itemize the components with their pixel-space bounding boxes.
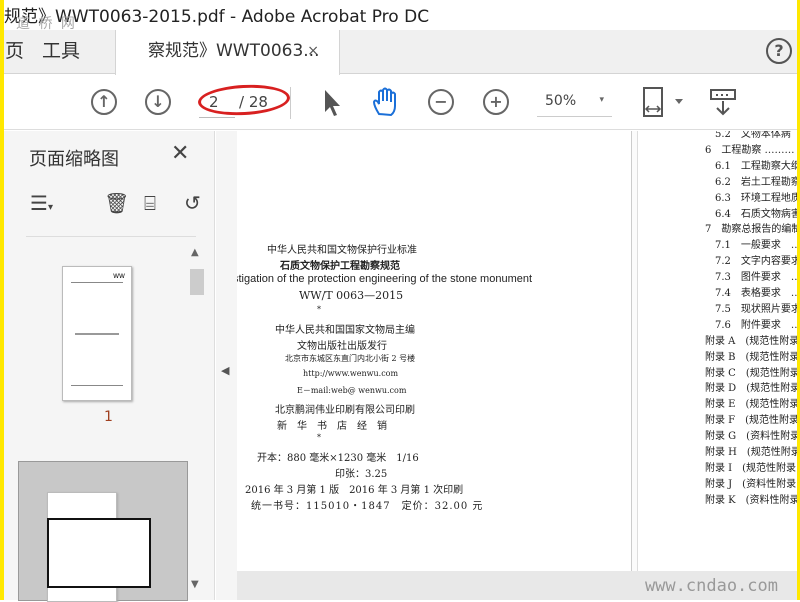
page-text-line: E－mail:web@ wenwu.com bbox=[297, 386, 407, 395]
close-panel-icon[interactable]: ✕ bbox=[171, 141, 189, 166]
read-mode-icon[interactable] bbox=[708, 87, 738, 119]
toc-entry[interactable]: 附录 H (规范性附录 bbox=[705, 443, 798, 458]
panel-title: 页面缩略图 bbox=[29, 149, 119, 170]
toc-entry[interactable]: 6.3 环境工程地质 bbox=[715, 189, 798, 204]
toc-entry[interactable]: 7.4 表格要求 … bbox=[715, 284, 798, 299]
page-text-line: 北京市东城区东直门内北小街 2 号楼 bbox=[285, 354, 416, 363]
tab-home[interactable]: 页 bbox=[5, 30, 24, 74]
toc-entry[interactable]: 5.2 文物本体病 bbox=[715, 131, 791, 140]
tab-bar: 页 工具 察规范》WWT0063... × ? bbox=[0, 30, 800, 75]
title-bar: 规范》WWT0063-2015.pdf - Adobe Acrobat Pro … bbox=[0, 0, 800, 32]
viewport-indicator[interactable] bbox=[47, 518, 151, 588]
previous-page-button[interactable]: ↑ bbox=[91, 89, 117, 115]
zoom-select[interactable]: 50% ▾ bbox=[537, 93, 612, 117]
toolbar: ↑ ↓ 2 / 28 − + 50% ▾ bbox=[0, 75, 800, 130]
thumbnail-options-icon[interactable]: ☰▾ bbox=[30, 191, 53, 215]
toc-entry[interactable]: 附录 B (规范性附录 bbox=[705, 348, 798, 363]
tab-document[interactable]: 察规范》WWT0063... × bbox=[115, 30, 340, 75]
next-page-button[interactable]: ↓ bbox=[145, 89, 171, 115]
page-thumbnail-2-selected[interactable] bbox=[18, 461, 188, 602]
thumbnail-header: WW bbox=[113, 273, 125, 280]
hand-tool-icon[interactable] bbox=[370, 86, 402, 118]
page-text-line: * bbox=[317, 433, 321, 442]
toc-entry[interactable]: 6.4 石质文物病害 bbox=[715, 205, 798, 220]
zoom-value: 50% bbox=[545, 93, 577, 109]
page-text-line: 文物出版社出版发行 bbox=[297, 341, 387, 352]
document-view[interactable]: 中华人民共和国文物保护行业标准 石质文物保护工程勘察规范 stigation of … bbox=[237, 131, 798, 600]
toc-entry[interactable]: 7.2 文字内容要求 bbox=[715, 252, 798, 267]
toc-entry[interactable]: 附录 D (规范性附录 bbox=[705, 379, 798, 394]
pdf-page-2: 5.2 文物本体病 6 工程勘察 ……… 6.1 工程勘察大纲 6.2 岩土工程勘察 6… bbox=[637, 131, 798, 571]
page-text-line: 石质文物保护工程勘察规范 bbox=[280, 261, 400, 272]
help-button[interactable]: ? bbox=[766, 38, 792, 64]
toc-entry[interactable]: 附录 F (规范性附录 bbox=[705, 411, 798, 426]
page-fit-icon[interactable] bbox=[640, 85, 685, 121]
toc-entry[interactable]: 7.6 附件要求 … bbox=[715, 316, 798, 331]
page-text-line: 北京鹏润伟业印刷有限公司印刷 bbox=[275, 405, 415, 416]
chevron-left-icon: ◀ bbox=[221, 364, 230, 377]
page-text-line: 开本：880 毫米×1230 毫米 1/16 bbox=[257, 453, 419, 464]
page-text-line: 统一书号：115010・1847 定价：32.00 元 bbox=[251, 501, 484, 512]
close-tab-icon[interactable]: × bbox=[307, 30, 319, 72]
toc-entry[interactable]: 附录 C (规范性附录 bbox=[705, 364, 798, 379]
toc-entry[interactable]: 附录 I (规范性附录 bbox=[705, 459, 796, 474]
toc-entry[interactable]: 附录 K (资料性附录 bbox=[705, 491, 798, 506]
thumbnail-scrollbar[interactable]: ▲ ▼ bbox=[188, 243, 206, 598]
trash-icon[interactable]: 🗑 bbox=[104, 191, 129, 215]
watermark-bottom: www.cndao.com bbox=[644, 576, 778, 596]
rotate-icon[interactable]: ↺ bbox=[184, 191, 201, 215]
toc-entry[interactable]: 附录 G (资料性附录 bbox=[705, 427, 798, 442]
zoom-in-button[interactable]: + bbox=[483, 89, 509, 115]
pdf-page-1: 中华人民共和国文物保护行业标准 石质文物保护工程勘察规范 stigation of … bbox=[237, 131, 632, 571]
chevron-down-icon: ▾ bbox=[599, 95, 604, 105]
divider bbox=[290, 87, 291, 119]
page-text-line: 新 华 书 店 经 销 bbox=[277, 421, 387, 432]
toc-entry[interactable]: 7.3 图件要求 … bbox=[715, 268, 798, 283]
insert-page-icon[interactable]: ⌸ bbox=[144, 191, 156, 215]
collapse-panel-button[interactable]: ◀ bbox=[216, 131, 237, 600]
toc-entry[interactable]: 6.2 岩土工程勘察 bbox=[715, 173, 798, 188]
tab-tools[interactable]: 工具 bbox=[42, 30, 80, 74]
toc-entry[interactable]: 7 勘察总报告的编制 bbox=[705, 220, 798, 235]
page-text-line: 2016 年 3 月第 1 版 2016 年 3 月第 1 次印刷 bbox=[245, 485, 464, 496]
page-thumbnail-1[interactable]: WW bbox=[62, 266, 132, 401]
toc-entry[interactable]: 附录 A (规范性附录 bbox=[705, 332, 798, 347]
page-text-line: 中华人民共和国国家文物局主编 bbox=[275, 325, 415, 336]
tab-document-label: 察规范》WWT0063... bbox=[148, 41, 320, 61]
page-text-line: 印张：3.25 bbox=[335, 469, 388, 480]
toc-entry[interactable]: 7.5 现状照片要求 bbox=[715, 300, 798, 315]
page-text-line: 中华人民共和国文物保护行业标准 bbox=[267, 245, 417, 256]
page-text-line: WW/T 0063—2015 bbox=[299, 289, 404, 302]
screen-border-left bbox=[0, 0, 4, 600]
page-number-label: 1 bbox=[104, 409, 113, 425]
page-text-line: * bbox=[317, 305, 321, 314]
toc-entry[interactable]: 附录 J (资料性附录 bbox=[705, 475, 796, 490]
select-tool-icon[interactable] bbox=[322, 88, 342, 118]
thumbnails-panel: 页面缩略图 ✕ ☰▾ 🗑 ⌸ ↺ WW 1 ▲ ▼ bbox=[4, 131, 215, 602]
toc-entry[interactable]: 6.1 工程勘察大纲 bbox=[715, 157, 798, 172]
page-text-line: http://www.wenwu.com bbox=[303, 369, 399, 378]
toc-entry[interactable]: 6 工程勘察 ……… bbox=[705, 141, 795, 156]
zoom-out-button[interactable]: − bbox=[428, 89, 454, 115]
page-text-line: stigation of the protection engineering … bbox=[237, 273, 533, 285]
toc-entry[interactable]: 附录 E (规范性附录 bbox=[705, 395, 798, 410]
toc-entry[interactable]: 7.1 一般要求 … bbox=[715, 236, 798, 251]
